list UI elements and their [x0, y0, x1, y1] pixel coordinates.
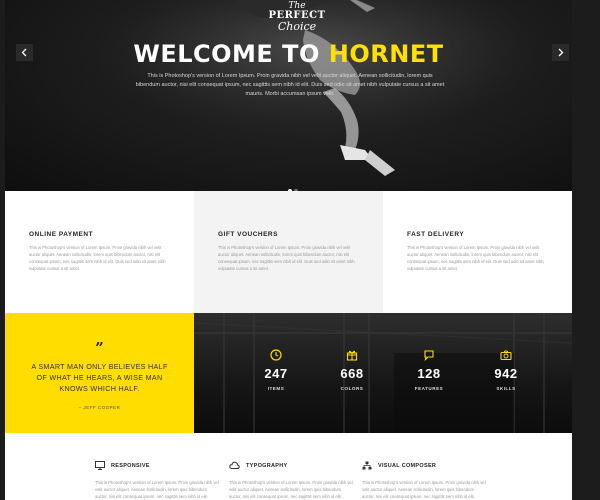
service-responsive: RESPONSIVE This is Photoshop's version o…	[95, 461, 220, 500]
stat-label: SKILLS	[496, 386, 516, 391]
feature-fast-delivery: FAST DELIVERY This is Photoshop's versio…	[383, 191, 572, 313]
feature-title: GIFT VOUCHERS	[218, 231, 278, 238]
feature-online-payment: ONLINE PAYMENT This is Photoshop's versi…	[5, 191, 194, 313]
hero-title: WELCOME TO HORNET	[5, 40, 572, 68]
stat-number: 668	[340, 366, 364, 381]
camera-icon	[500, 350, 512, 361]
feature-text: This is Photoshop's version of Lorem Ips…	[29, 245, 166, 271]
service-typography: TYPOGRAPHY This is Photoshop's version o…	[229, 461, 354, 500]
clock-icon	[270, 349, 282, 361]
hero-slider: The PERFECT Choice WELCOME TO HORNET Thi…	[5, 0, 572, 191]
stat-items: 247 ITEMS	[246, 349, 306, 391]
service-title: TYPOGRAPHY	[246, 462, 288, 469]
feature-title: FAST DELIVERY	[407, 231, 465, 238]
chevron-right-icon	[558, 48, 564, 57]
stat-features: 128 FEATURES	[399, 349, 459, 391]
stats-section: 247 ITEMS 668 COLORS 128 FEATURES 942 SK…	[194, 313, 572, 433]
stat-label: COLORS	[340, 386, 364, 391]
stat-number: 247	[264, 366, 288, 381]
services-section: RESPONSIVE This is Photoshop's version o…	[5, 433, 572, 500]
feature-title: ONLINE PAYMENT	[29, 231, 94, 238]
feature-text: This is Photoshop's version of Lorem Ips…	[218, 245, 355, 271]
stat-colors: 668 COLORS	[322, 349, 382, 391]
hero-description: This is Photoshop's version of Lorem Ips…	[135, 73, 445, 97]
sitemap-icon	[362, 461, 372, 470]
chevron-left-icon	[21, 48, 27, 57]
stat-skills: 942 SKILLS	[476, 349, 536, 391]
service-title: RESPONSIVE	[111, 462, 150, 469]
stat-number: 128	[417, 366, 441, 381]
slider-next-button[interactable]	[552, 44, 569, 61]
slider-pagination	[287, 180, 299, 191]
service-title: VISUAL COMPOSER	[378, 462, 437, 469]
stat-number: 942	[494, 366, 518, 381]
feature-text: This is Photoshop's version of Lorem Ips…	[407, 245, 544, 271]
chat-icon	[424, 350, 434, 361]
quote-mark-icon: ”	[95, 339, 104, 357]
service-text: This is Photoshop's version of Lorem Ips…	[95, 480, 219, 499]
stat-label: FEATURES	[414, 386, 444, 391]
brand-logo[interactable]: The PERFECT Choice	[267, 2, 327, 33]
page: The PERFECT Choice WELCOME TO HORNET Thi…	[5, 0, 572, 500]
quote-block: ” A SMART MAN ONLY BELIEVES HALF OF WHAT…	[5, 313, 194, 433]
service-visual-composer: VISUAL COMPOSER This is Photoshop's vers…	[362, 461, 487, 500]
gift-icon	[346, 350, 358, 361]
stat-label: ITEMS	[267, 386, 285, 391]
slider-prev-button[interactable]	[16, 44, 33, 61]
quote-author: – JEFF COOPER	[78, 405, 121, 410]
feature-gift-vouchers: GIFT VOUCHERS This is Photoshop's versio…	[194, 191, 383, 313]
hero-title-accent: HORNET	[328, 40, 444, 68]
service-text: This is Photoshop's version of Lorem Ips…	[229, 480, 353, 499]
hero-title-main: WELCOME TO	[133, 40, 329, 68]
service-text: This is Photoshop's version of Lorem Ips…	[362, 480, 486, 499]
cloud-icon	[229, 461, 240, 469]
features-section: ONLINE PAYMENT This is Photoshop's versi…	[5, 191, 572, 313]
monitor-icon	[95, 461, 105, 470]
quote-text: A SMART MAN ONLY BELIEVES HALF OF WHAT H…	[31, 362, 168, 393]
